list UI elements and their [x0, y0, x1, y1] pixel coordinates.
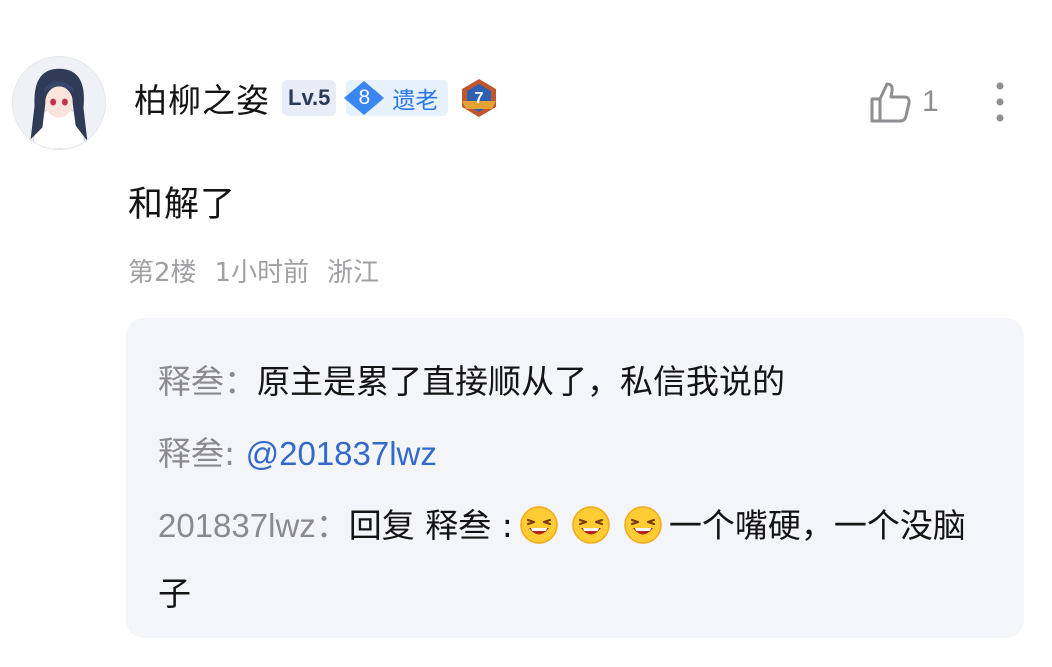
like-count: 1: [922, 85, 939, 118]
medal-number: 7: [475, 90, 484, 107]
mention-link[interactable]: @201837lwz: [246, 435, 437, 472]
reply-separator: ：: [224, 362, 257, 401]
laughing-emoji-icon: [617, 506, 669, 545]
fan-level-number: 8: [358, 86, 371, 109]
laughing-emoji-icon: [513, 506, 565, 545]
reply-item[interactable]: 201837lwz：回复 释叁 : 一个嘴硬，一个没脑子: [158, 492, 992, 628]
reply-item[interactable]: 释叁: @201837lwz: [158, 418, 992, 490]
post-time: 1小时前: [214, 258, 310, 288]
fan-level-diamond: 8: [342, 80, 386, 116]
fan-badge-name: 遗老: [392, 88, 439, 114]
reply-author[interactable]: 释叁: [158, 434, 224, 473]
floor-number: 第2楼: [128, 258, 197, 288]
reply-author[interactable]: 释叁: [158, 362, 224, 401]
level-badge: Lv.5: [282, 80, 337, 116]
medal-icon: 7: [462, 79, 497, 117]
reply-prefix: 回复 释叁 :: [348, 506, 513, 545]
comment-item: 柏柳之姿 Lv.5 8 遗老 7 1 和解了 第2楼 1小时前 浙江 释叁：原主…: [0, 0, 1052, 667]
comment-header: 柏柳之姿 Lv.5 8 遗老 7: [134, 74, 500, 122]
comment-meta: 第2楼 1小时前 浙江: [128, 252, 379, 289]
avatar[interactable]: [12, 56, 106, 150]
reply-list[interactable]: 释叁：原主是累了直接顺从了，私信我说的 释叁: @201837lwz 20183…: [126, 318, 1024, 638]
comment-text: 和解了: [128, 185, 237, 225]
username[interactable]: 柏柳之姿: [134, 74, 270, 122]
reply-item[interactable]: 释叁：原主是累了直接顺从了，私信我说的: [158, 346, 992, 418]
reply-separator: ：: [315, 506, 349, 545]
reply-text: 原主是累了直接顺从了，私信我说的: [257, 362, 785, 401]
thumb-up-icon: [870, 82, 911, 123]
laughing-emoji-icon: [565, 506, 617, 545]
like-button[interactable]: 1: [868, 78, 939, 126]
fan-badge[interactable]: 8 遗老: [344, 80, 449, 116]
reply-author[interactable]: 201837lwz: [158, 507, 316, 544]
reply-separator: :: [224, 434, 246, 473]
ip-location: 浙江: [327, 258, 380, 288]
more-vertical-icon[interactable]: [984, 80, 1016, 124]
